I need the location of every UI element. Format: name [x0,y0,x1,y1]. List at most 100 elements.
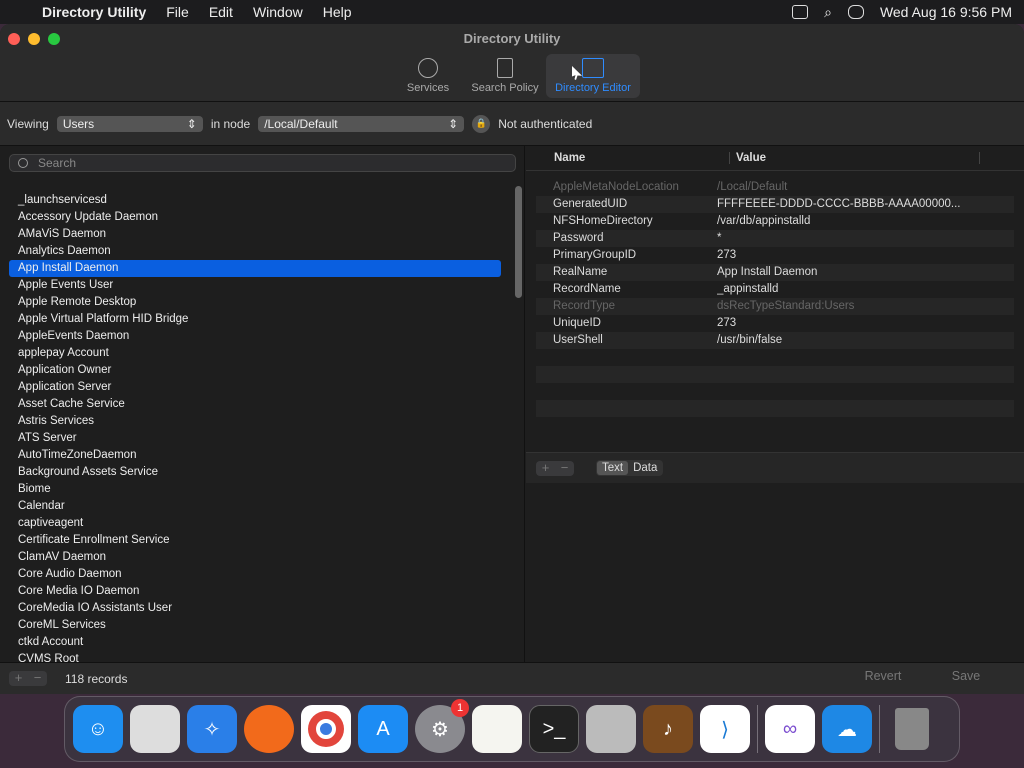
firefox-icon[interactable] [244,705,294,753]
finder-icon[interactable]: ☺ [73,705,123,753]
record-list-item[interactable]: Background Assets Service [9,464,501,481]
menu-clock[interactable]: Wed Aug 16 9:56 PM [880,4,1012,20]
table-row[interactable]: GeneratedUID FFFFEEEE-DDDD-CCCC-BBBB-AAAA… [536,196,1014,213]
menu-file[interactable]: File [166,4,189,20]
tab-services[interactable]: Services [392,54,464,98]
record-list-item[interactable]: Astris Services [9,413,501,430]
vscode-icon[interactable]: ⟩ [700,705,750,753]
add-record-button[interactable]: + [9,671,28,686]
record-list-item[interactable]: CoreML Services [9,617,501,634]
gear-icon [418,58,438,78]
data-tab[interactable]: Data [628,461,662,475]
record-list-item[interactable]: App Install Daemon [9,260,501,277]
add-attribute-button[interactable]: + [536,460,555,476]
record-list-item[interactable]: ctkd Account [9,634,501,651]
menu-bar: Directory Utility File Edit Window Help … [0,0,1024,24]
record-list-item[interactable]: ClamAV Daemon [9,549,501,566]
menu-app-name[interactable]: Directory Utility [42,4,146,20]
viewing-label: Viewing [7,116,49,131]
table-row[interactable]: RealName App Install Daemon [536,264,1014,281]
empty-table-row [536,366,1014,383]
remove-record-button[interactable]: − [28,671,47,686]
record-list-item[interactable]: CoreMedia IO Assistants User [9,600,501,617]
menu-help[interactable]: Help [323,4,352,20]
system-settings-icon[interactable]: ⚙ 1 [415,699,469,753]
attribute-value: 273 [717,317,737,329]
menu-window[interactable]: Window [253,4,303,20]
table-row[interactable]: Password * [536,230,1014,247]
table-row[interactable]: UniqueID 273 [536,315,1014,332]
attribute-name: UserShell [553,334,603,346]
save-button[interactable]: Save [935,669,997,687]
remove-attribute-button[interactable]: − [555,460,574,476]
title-bar: Directory Utility Services Search Policy… [0,24,1024,102]
column-value-header[interactable]: Value [730,152,980,164]
record-type-select[interactable]: Users ⇕ [56,115,203,132]
record-count: 118 records [65,671,128,686]
app-store-icon[interactable]: A [358,705,408,753]
search-document-icon [497,58,513,78]
table-row[interactable]: UserShell/usr/bin/false [536,332,1014,349]
directory-utility-icon[interactable] [586,705,636,753]
records-scrollbar[interactable] [515,186,522,298]
record-list-item[interactable]: AMaViS Daemon [9,226,501,243]
node-select[interactable]: /Local/Default ⇕ [258,115,465,132]
record-list-item[interactable]: captiveagent [9,515,501,532]
record-add-remove: + − [9,671,47,686]
attribute-add-remove: + − [536,460,574,476]
visual-studio-icon[interactable]: ∞ [765,705,815,753]
table-row[interactable]: RecordType dsRecTypeStandard:Users [536,298,1014,315]
screen-mirroring-icon[interactable] [792,5,809,19]
table-row[interactable]: AppleMetaNodeLocation/Local/Default [536,179,1014,196]
text-tab[interactable]: Text [597,461,629,475]
record-list-item[interactable]: Biome [9,481,501,498]
view-bar: Viewing Users ⇕ in node /Local/Default ⇕ 🔒… [0,102,1024,146]
table-row[interactable]: NFSHomeDirectory/var/db/appinstalld [536,213,1014,230]
record-list-item[interactable]: Accessory Update Daemon [9,209,501,226]
attribute-value: * [717,232,722,244]
node-label: in node [210,116,251,131]
record-list-item[interactable]: ATS Server [9,430,501,447]
record-list-item[interactable]: applepay Account [9,345,501,362]
column-name-header[interactable]: Name [526,152,730,164]
terminal-icon[interactable]: >_ [529,705,579,753]
tab-search-policy[interactable]: Search Policy [468,54,542,98]
search-placeholder: Search [38,156,77,170]
control-center-icon[interactable] [847,5,864,19]
record-list-item[interactable]: Analytics Daemon [9,243,501,260]
record-list-item[interactable]: Application Server [9,379,501,396]
attribute-name: AppleMetaNodeLocation [553,181,679,193]
record-list-item[interactable]: Apple Events User [9,277,501,294]
spotlight-search-icon[interactable]: ⌕ [824,4,832,21]
attribute-name: RealName [553,266,608,278]
record-list-item[interactable]: Core Audio Daemon [9,566,501,583]
table-row[interactable]: RecordName _appinstalld [536,281,1014,298]
trash-icon[interactable] [887,705,937,753]
lock-icon[interactable]: 🔒 [472,114,491,133]
menu-edit[interactable]: Edit [209,4,233,20]
record-list-item[interactable]: Application Owner [9,362,501,379]
search-input[interactable]: Search [9,154,516,172]
record-list-item[interactable]: Core Media IO Daemon [9,583,501,600]
record-list-item[interactable]: Certificate Enrollment Service [9,532,501,549]
record-list-item[interactable]: Calendar [9,498,501,515]
record-list-item[interactable]: Apple Virtual Platform HID Bridge [9,311,501,328]
textedit-icon[interactable] [472,705,522,753]
chrome-icon[interactable] [301,705,351,753]
record-list-item[interactable]: Apple Remote Desktop [9,294,501,311]
detail-bar: + − Text Data [526,453,1024,483]
launchpad-icon[interactable] [130,705,180,753]
weather-icon[interactable]: ☁ [822,705,872,753]
attribute-name: UniqueID [553,317,601,329]
record-list-item[interactable]: AutoTimeZoneDaemon [9,447,501,464]
table-row[interactable]: PrimaryGroupID 273 [536,247,1014,264]
garageband-icon[interactable]: ♪ [643,705,693,753]
record-list-item[interactable]: AppleEvents Daemon [9,328,501,345]
tab-directory-editor[interactable]: Directory Editor [546,54,640,98]
record-list-item[interactable]: Asset Cache Service [9,396,501,413]
record-list-item[interactable]: _launchservicesd [9,192,501,209]
window-title: Directory Utility [463,31,561,46]
revert-button[interactable]: Revert [852,669,914,687]
safari-icon[interactable]: ✧ [187,705,237,753]
attribute-value: _appinstalld [717,283,779,295]
